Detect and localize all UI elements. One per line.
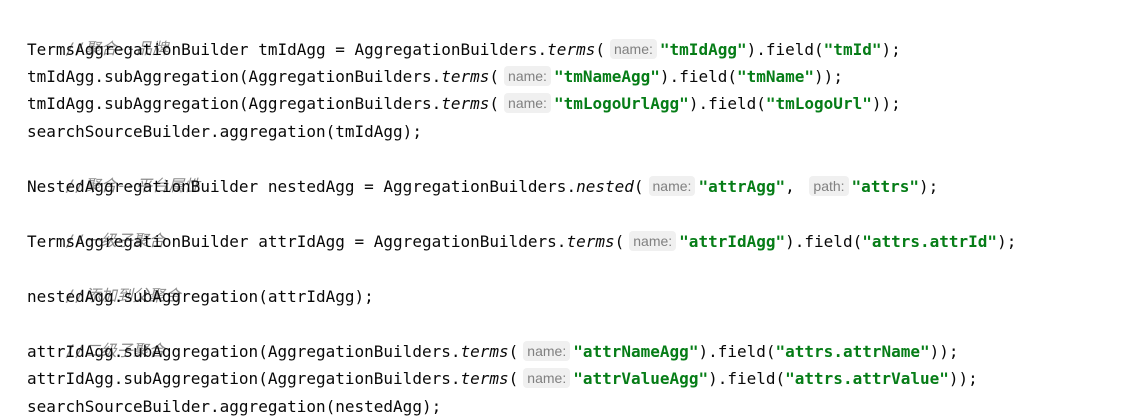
- code-line[interactable]: TermsAggregationBuilder attrIdAgg = Aggr…: [27, 228, 1016, 255]
- code-text: ).field(: [659, 67, 737, 86]
- code-text: nestedAgg.subAggregation(attrIdAgg);: [27, 287, 374, 306]
- code-line-comment[interactable]: //聚合--品牌: [27, 8, 169, 58]
- string-literal: "attrs.attrId": [862, 232, 998, 251]
- code-text: (: [595, 40, 605, 59]
- code-line-comment[interactable]: //聚合--平台属性: [27, 145, 201, 195]
- code-text: (: [614, 232, 625, 251]
- parameter-hint: name:: [629, 231, 677, 251]
- string-literal: "tmLogoUrl": [765, 94, 872, 113]
- code-text: (: [508, 342, 519, 361]
- code-editor[interactable]: //聚合--品牌 TermsAggregationBuilder tmIdAgg…: [0, 0, 1131, 419]
- code-text: ));: [948, 369, 978, 388]
- code-text: tmIdAgg.subAggregation(AggregationBuilde…: [27, 94, 442, 113]
- string-literal: "attrs": [851, 177, 919, 196]
- code-line[interactable]: attrIdAgg.subAggregation(AggregationBuil…: [27, 338, 959, 365]
- code-text: TermsAggregationBuilder tmIdAgg = Aggreg…: [27, 40, 548, 59]
- code-line-comment[interactable]: //添加到父聚合: [27, 255, 181, 305]
- code-text: (: [633, 177, 644, 196]
- code-text: searchSourceBuilder.aggregation(nestedAg…: [27, 397, 442, 416]
- code-text: NestedAggregationBuilder nestedAgg = Agg…: [27, 177, 577, 196]
- parameter-hint: name:: [523, 368, 571, 388]
- code-text: attrIdAgg.subAggregation(AggregationBuil…: [27, 342, 461, 361]
- code-line[interactable]: searchSourceBuilder.aggregation(nestedAg…: [27, 393, 441, 420]
- code-line-comment[interactable]: //一级子聚合: [27, 200, 165, 250]
- parameter-hint: name:: [504, 93, 551, 113]
- code-text: ).field(: [688, 94, 766, 113]
- code-text: ));: [814, 67, 843, 86]
- string-literal: "tmName": [736, 67, 815, 86]
- string-literal: "tmId": [823, 40, 882, 59]
- code-line[interactable]: nestedAgg.subAggregation(attrIdAgg);: [27, 283, 374, 310]
- parameter-hint: name:: [609, 39, 657, 59]
- parameter-hint: name:: [504, 66, 551, 86]
- string-literal: "attrAgg": [698, 177, 786, 196]
- static-method-call: terms: [566, 232, 615, 251]
- string-literal: "attrs.attrName": [775, 342, 930, 361]
- static-method-call: nested: [576, 177, 634, 196]
- string-literal: "tmNameAgg": [553, 67, 660, 86]
- code-line-comment[interactable]: //二级子聚合: [27, 310, 165, 360]
- code-text: );: [918, 177, 939, 196]
- code-text: );: [997, 232, 1017, 251]
- code-text: ).field(: [785, 232, 863, 251]
- code-text: ).field(: [746, 40, 824, 59]
- code-text: attrIdAgg.subAggregation(AggregationBuil…: [27, 369, 461, 388]
- code-text: ).field(: [708, 369, 786, 388]
- code-text: (: [489, 67, 500, 86]
- code-text: (: [508, 369, 519, 388]
- static-method-call: terms: [441, 94, 490, 113]
- static-method-call: terms: [547, 40, 596, 59]
- code-text: ).field(: [698, 342, 776, 361]
- code-line[interactable]: NestedAggregationBuilder nestedAgg = Agg…: [27, 173, 938, 200]
- code-text: ));: [871, 94, 901, 113]
- code-text: searchSourceBuilder.aggregation(tmIdAgg)…: [27, 122, 422, 141]
- string-literal: "attrNameAgg": [573, 342, 699, 361]
- parameter-hint: name:: [648, 176, 696, 196]
- parameter-hint: path:: [809, 176, 849, 196]
- parameter-hint: name:: [523, 341, 571, 361]
- string-literal: "tmLogoUrlAgg": [553, 94, 689, 113]
- code-text: ,: [785, 177, 805, 196]
- code-text: TermsAggregationBuilder attrIdAgg = Aggr…: [27, 232, 567, 251]
- code-text: (: [489, 94, 500, 113]
- static-method-call: terms: [460, 342, 509, 361]
- code-line[interactable]: searchSourceBuilder.aggregation(tmIdAgg)…: [27, 118, 422, 145]
- string-literal: "tmIdAgg": [659, 40, 747, 59]
- string-literal: "attrValueAgg": [573, 369, 709, 388]
- static-method-call: terms: [441, 67, 490, 86]
- code-text: );: [881, 40, 901, 59]
- string-literal: "attrs.attrValue": [785, 369, 949, 388]
- code-line[interactable]: TermsAggregationBuilder tmIdAgg = Aggreg…: [27, 36, 901, 63]
- static-method-call: terms: [460, 369, 509, 388]
- code-text: tmIdAgg.subAggregation(AggregationBuilde…: [27, 67, 442, 86]
- string-literal: "attrIdAgg": [679, 232, 786, 251]
- code-line[interactable]: tmIdAgg.subAggregation(AggregationBuilde…: [27, 90, 901, 117]
- code-text: ));: [929, 342, 959, 361]
- code-line[interactable]: tmIdAgg.subAggregation(AggregationBuilde…: [27, 63, 843, 90]
- code-line[interactable]: attrIdAgg.subAggregation(AggregationBuil…: [27, 365, 978, 392]
